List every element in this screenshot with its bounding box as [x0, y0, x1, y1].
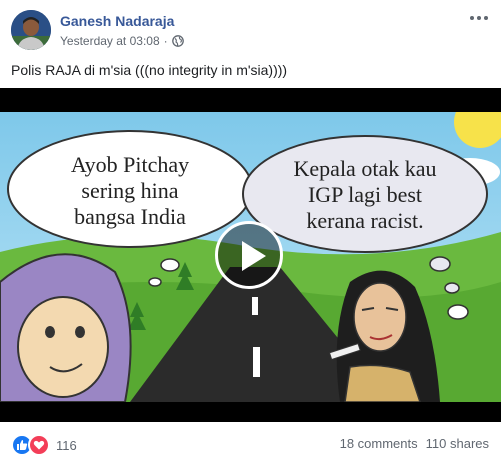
reaction-count: 116: [56, 437, 77, 453]
bubble-left-line-2: sering hina: [81, 178, 178, 203]
bubble-right-line-2: IGP lagi best: [308, 182, 422, 207]
avatar[interactable]: [11, 10, 51, 50]
author-name[interactable]: Ganesh Nadaraja: [60, 13, 174, 29]
comments-count-link[interactable]: 18 comments: [340, 436, 418, 451]
reactions-summary[interactable]: 116: [11, 434, 77, 456]
more-options-icon[interactable]: [469, 10, 489, 26]
play-icon[interactable]: [215, 221, 283, 289]
shares-count-link[interactable]: 110 shares: [426, 436, 489, 451]
timestamp[interactable]: Yesterday at 03:08: [60, 34, 160, 48]
globe-icon: [171, 35, 184, 47]
facebook-post: Ganesh Nadaraja Yesterday at 03:08 · Pol…: [0, 0, 501, 467]
bubble-right-line-3: kerana racist.: [306, 208, 423, 233]
post-meta: Yesterday at 03:08 ·: [60, 34, 184, 48]
post-caption: Polis RAJA di m'sia (((no integrity in m…: [11, 62, 288, 78]
bubble-left-line-3: bangsa India: [74, 204, 186, 229]
engagement-counts: 18 comments 110 shares: [340, 436, 489, 451]
bubble-right-line-1: Kepala otak kau: [294, 156, 437, 181]
separator: ·: [163, 34, 168, 48]
bubble-left-line-1: Ayob Pitchay: [71, 152, 189, 177]
video-player[interactable]: Ayob Pitchay sering hina bangsa India Ke…: [0, 88, 501, 422]
love-icon: [28, 434, 50, 456]
